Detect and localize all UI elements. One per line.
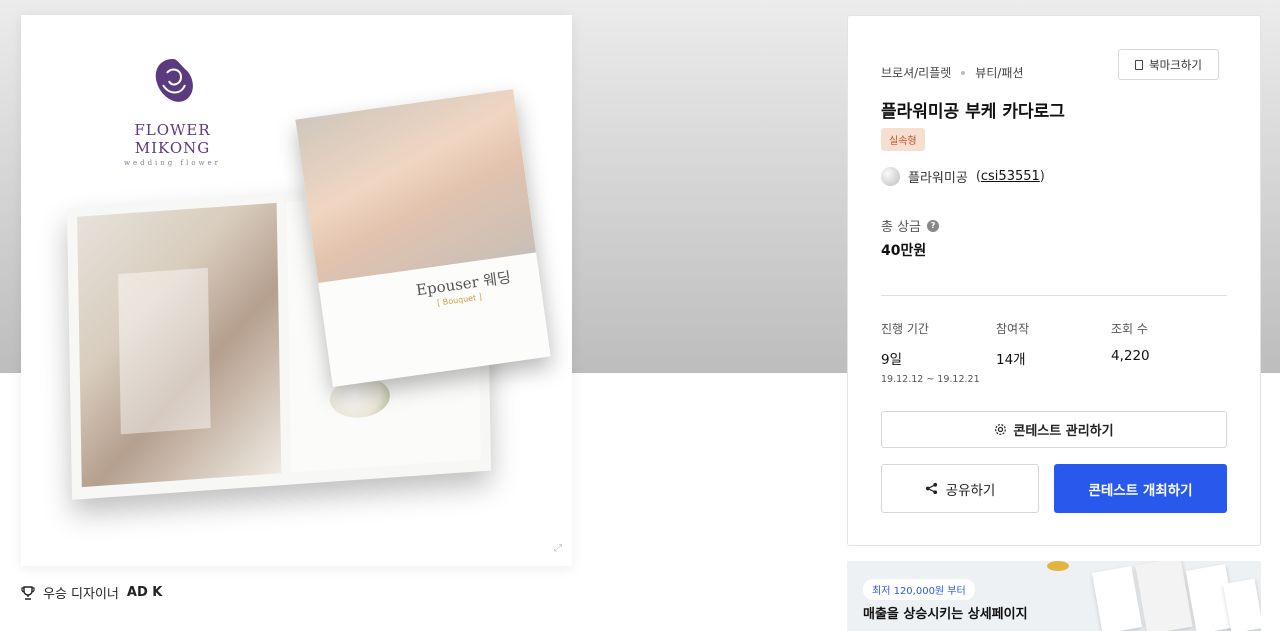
rose-logo-icon bbox=[155, 59, 193, 102]
cover-photo bbox=[295, 89, 537, 284]
entries-value: 14개 bbox=[996, 352, 1026, 368]
ad-headline: 매출을 상승시키는 상세페이지 bbox=[863, 607, 1028, 622]
winner-name[interactable]: AD K bbox=[127, 585, 162, 600]
contest-title: 플라워미공 부케 카다로그 bbox=[881, 102, 1065, 122]
contest-info-panel: 브로셔/리플렛 뷰티/패션 북마크하기 플라워미공 부케 카다로그 실속형 플라… bbox=[847, 15, 1261, 546]
bookmark-button[interactable]: 북마크하기 bbox=[1118, 49, 1219, 80]
share-icon bbox=[925, 482, 937, 495]
share-label: 공유하기 bbox=[945, 482, 996, 499]
divider bbox=[881, 295, 1227, 296]
manage-label: 콘테스트 관리하기 bbox=[1013, 424, 1114, 439]
prize-label: 총 상금 ? bbox=[881, 216, 940, 235]
ad-banner[interactable]: 최저 120,000원 부터 매출을 상승시키는 상세페이지 bbox=[847, 561, 1261, 631]
catalog-cover: Epouser 웨딩 [ Bouquet ] bbox=[295, 89, 551, 387]
host-contest-button[interactable]: 콘테스트 개최하기 bbox=[1054, 464, 1227, 513]
gear-icon bbox=[995, 424, 1007, 435]
host-avatar bbox=[881, 167, 900, 186]
host-info: 플라워미공 (csi53551) bbox=[881, 167, 1045, 186]
share-button[interactable]: 공유하기 bbox=[881, 464, 1039, 513]
prize-value: 40만원 bbox=[881, 243, 927, 259]
manage-contest-button[interactable]: 콘테스트 관리하기 bbox=[881, 411, 1227, 448]
period-range: 19.12.12 ~ 19.12.21 bbox=[881, 374, 980, 385]
brand-logo: FLOWER MIKONG wedding flower bbox=[95, 55, 250, 167]
winner-label: 우승 디자이너 bbox=[43, 587, 119, 602]
prize-label-text: 총 상금 bbox=[881, 220, 922, 235]
breadcrumb: 브로셔/리플렛 뷰티/패션 bbox=[881, 64, 1024, 81]
stat-period: 진행 기간 9일 19.12.12 ~ 19.12.21 bbox=[881, 320, 980, 385]
brand-name: FLOWER MIKONG bbox=[134, 121, 211, 157]
ad-mockup-image bbox=[1091, 561, 1261, 631]
stat-views: 조회 수 4,220 bbox=[1111, 320, 1150, 364]
entries-label: 참여작 bbox=[996, 322, 1030, 336]
brand-tagline: wedding flower bbox=[123, 159, 222, 167]
views-value: 4,220 bbox=[1111, 348, 1150, 364]
ad-price-pill: 최저 120,000원 부터 bbox=[863, 579, 975, 600]
views-label: 조회 수 bbox=[1111, 322, 1148, 336]
trophy-icon bbox=[21, 585, 35, 600]
period-value: 9일 bbox=[881, 352, 903, 368]
bookmark-icon bbox=[1135, 59, 1144, 70]
bookmark-label: 북마크하기 bbox=[1149, 57, 1202, 72]
stat-entries: 참여작 14개 bbox=[996, 320, 1029, 368]
expand-icon[interactable]: ⤢ bbox=[554, 543, 562, 554]
contest-thumbnail[interactable]: FLOWER MIKONG wedding flower Epouser 웨딩 … bbox=[21, 15, 572, 566]
period-label: 진행 기간 bbox=[881, 322, 929, 336]
coin-icon bbox=[1047, 561, 1069, 571]
breadcrumb-subcategory[interactable]: 뷰티/패션 bbox=[975, 64, 1023, 81]
help-icon[interactable]: ? bbox=[927, 219, 940, 232]
breadcrumb-separator bbox=[961, 70, 966, 75]
breadcrumb-category[interactable]: 브로셔/리플렛 bbox=[881, 64, 951, 81]
host-name: 플라워미공 bbox=[908, 171, 968, 186]
winner-designer: 우승 디자이너 AD K bbox=[21, 583, 162, 602]
plan-badge: 실속형 bbox=[881, 128, 925, 151]
spread-left-page bbox=[77, 202, 282, 488]
host-id-link[interactable]: csi53551 bbox=[981, 169, 1040, 184]
